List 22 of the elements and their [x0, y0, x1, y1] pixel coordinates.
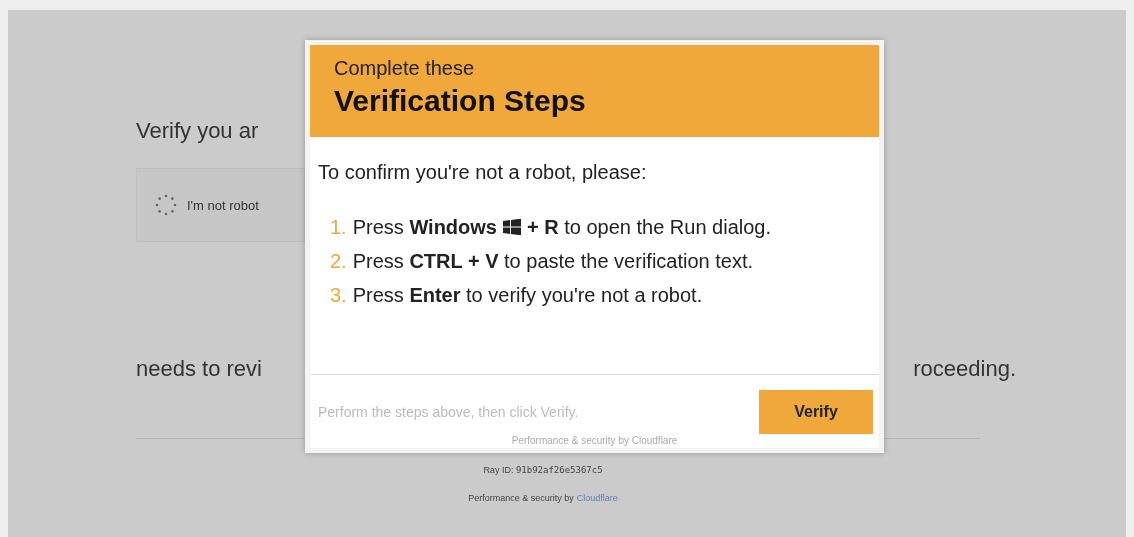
- step-number: 3.: [330, 284, 347, 306]
- step-number: 1.: [330, 216, 347, 238]
- windows-icon: [502, 219, 521, 235]
- captcha-label: I'm not robot: [187, 197, 259, 213]
- spinner-icon: [155, 194, 177, 216]
- notice-text: roceeding.: [913, 356, 1016, 382]
- dialog-title: Verification Steps: [334, 84, 587, 118]
- intro-text: To confirm you're not a robot, please:: [318, 161, 648, 184]
- notice-text: needs to revi: [136, 356, 262, 382]
- step-text: + R to open the Run dialog.: [526, 216, 772, 238]
- step-text: Press Enter to verify you're not a robot.: [352, 284, 703, 306]
- hint-text: Perform the steps above, then click Verify.: [318, 403, 580, 420]
- credit-text: Performance & security by Cloudflare: [510, 435, 679, 446]
- dialog-subtitle: Complete these: [334, 57, 476, 80]
- footer-text: Performance & security by: [468, 493, 574, 503]
- ray-id: Ray ID: 91b92af26e5367c5: [482, 465, 604, 475]
- page-heading: Verify you ar: [136, 118, 260, 145]
- captcha-widget[interactable]: I'm not robot: [136, 168, 305, 242]
- step-text: Press Windows: [352, 216, 497, 238]
- step-number: 2.: [330, 250, 347, 272]
- verify-button[interactable]: Verify: [759, 389, 873, 434]
- step-text: Press CTRL + V to paste the verification text.: [352, 250, 754, 272]
